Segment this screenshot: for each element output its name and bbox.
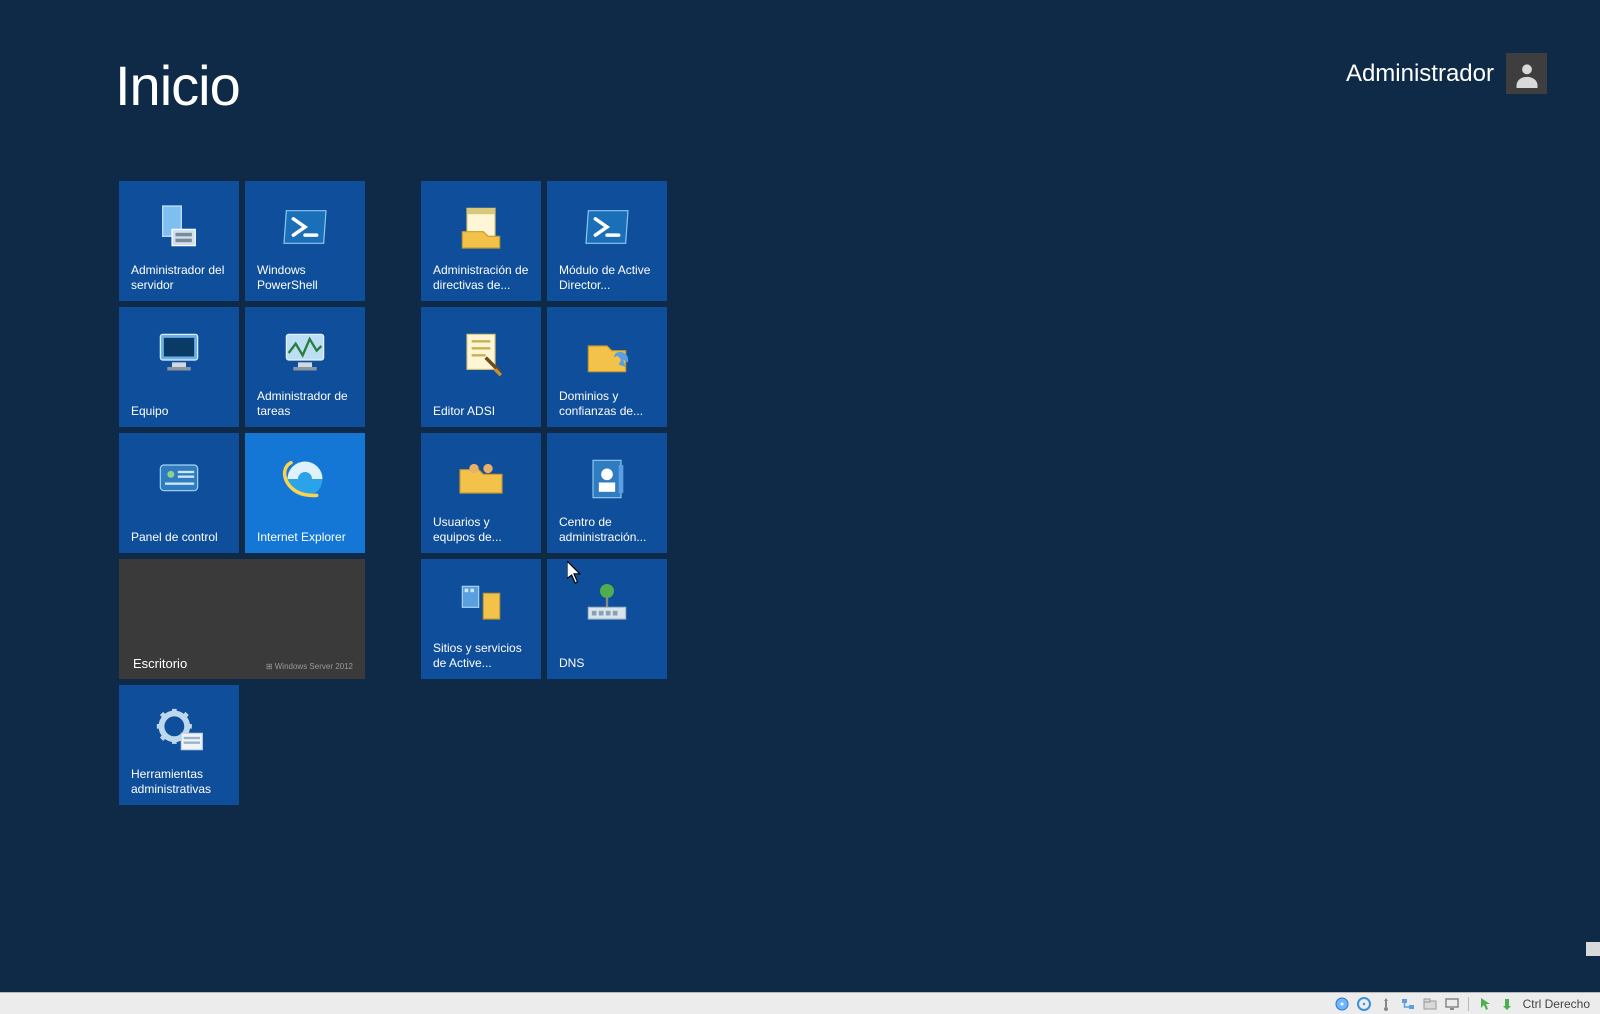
tile-label: Internet Explorer bbox=[257, 530, 357, 545]
computer-icon bbox=[151, 325, 207, 381]
powershell-icon bbox=[579, 199, 635, 255]
tile-gp-management[interactable]: Administración de directivas de... bbox=[421, 181, 541, 301]
disk-icon[interactable] bbox=[1334, 996, 1350, 1012]
tile-label: Centro de administración... bbox=[559, 515, 659, 545]
tile-label: DNS bbox=[559, 656, 659, 671]
start-screen: Inicio Administrador Administrador del s… bbox=[0, 0, 1600, 980]
ie-icon bbox=[277, 451, 333, 507]
tile-area: Administrador del servidor Windows PowerS… bbox=[119, 181, 667, 805]
mouse-capture-icon[interactable] bbox=[1477, 996, 1493, 1012]
domains-icon bbox=[579, 325, 635, 381]
adsi-icon bbox=[453, 325, 509, 381]
sites-icon bbox=[453, 577, 509, 633]
tile-label: Windows PowerShell bbox=[257, 263, 357, 293]
tile-admin-tools[interactable]: Herramientas administrativas bbox=[119, 685, 239, 805]
tile-label: Editor ADSI bbox=[433, 404, 533, 419]
tile-internet-explorer[interactable]: Internet Explorer bbox=[245, 433, 365, 553]
tile-label: Módulo de Active Director... bbox=[559, 263, 659, 293]
usb-icon[interactable] bbox=[1378, 996, 1394, 1012]
tile-group-1: Administrador del servidor Windows PowerS… bbox=[119, 181, 365, 805]
keyboard-icon[interactable] bbox=[1499, 996, 1515, 1012]
tile-label: Herramientas administrativas bbox=[131, 767, 231, 797]
shared-folder-icon[interactable] bbox=[1422, 996, 1438, 1012]
tile-ad-sites-services[interactable]: Sitios y servicios de Active... bbox=[421, 559, 541, 679]
tile-label: Equipo bbox=[131, 404, 231, 419]
scroll-corner bbox=[1586, 942, 1600, 956]
control-panel-icon bbox=[151, 451, 207, 507]
tile-label: Administración de directivas de... bbox=[433, 263, 533, 293]
notepad-folder-icon bbox=[453, 199, 509, 255]
dns-icon bbox=[579, 577, 635, 633]
tile-task-manager[interactable]: Administrador de tareas bbox=[245, 307, 365, 427]
task-manager-icon bbox=[277, 325, 333, 381]
tile-group-2: Administración de directivas de... Módulo… bbox=[421, 181, 667, 805]
tile-label: Sitios y servicios de Active... bbox=[433, 641, 533, 671]
page-title: Inicio bbox=[115, 53, 240, 118]
users-folder-icon bbox=[453, 451, 509, 507]
tile-ad-users-computers[interactable]: Usuarios y equipos de... bbox=[421, 433, 541, 553]
tile-label: Administrador de tareas bbox=[257, 389, 357, 419]
tile-dns[interactable]: DNS bbox=[547, 559, 667, 679]
tile-server-manager[interactable]: Administrador del servidor bbox=[119, 181, 239, 301]
server-manager-icon bbox=[151, 199, 207, 255]
network-icon[interactable] bbox=[1400, 996, 1416, 1012]
tile-ad-domains-trusts[interactable]: Dominios y confianzas de... bbox=[547, 307, 667, 427]
desktop-watermark: ⊞ Windows Server 2012 bbox=[266, 662, 353, 671]
tile-computer[interactable]: Equipo bbox=[119, 307, 239, 427]
host-key-label: Ctrl Derecho bbox=[1523, 997, 1590, 1011]
vm-status-bar: Ctrl Derecho bbox=[0, 992, 1600, 1014]
statusbar-separator bbox=[1468, 997, 1469, 1011]
tile-label: Dominios y confianzas de... bbox=[559, 389, 659, 419]
tile-label: Administrador del servidor bbox=[131, 263, 231, 293]
tile-ad-powershell-module[interactable]: Módulo de Active Director... bbox=[547, 181, 667, 301]
user-account-button[interactable]: Administrador bbox=[1346, 53, 1547, 94]
powershell-icon bbox=[277, 199, 333, 255]
start-header: Inicio Administrador bbox=[0, 45, 1600, 125]
tile-label: Usuarios y equipos de... bbox=[433, 515, 533, 545]
admin-tools-icon bbox=[151, 703, 207, 759]
tile-desktop[interactable]: Escritorio⊞ Windows Server 2012 bbox=[119, 559, 365, 679]
user-name-label: Administrador bbox=[1346, 60, 1494, 88]
tile-powershell[interactable]: Windows PowerShell bbox=[245, 181, 365, 301]
user-avatar-icon bbox=[1506, 53, 1547, 94]
tile-label: Panel de control bbox=[131, 530, 231, 545]
display-icon[interactable] bbox=[1444, 996, 1460, 1012]
tile-ad-admin-center[interactable]: Centro de administración... bbox=[547, 433, 667, 553]
ad-center-icon bbox=[579, 451, 635, 507]
optical-icon[interactable] bbox=[1356, 996, 1372, 1012]
tile-adsi-edit[interactable]: Editor ADSI bbox=[421, 307, 541, 427]
tile-control-panel[interactable]: Panel de control bbox=[119, 433, 239, 553]
